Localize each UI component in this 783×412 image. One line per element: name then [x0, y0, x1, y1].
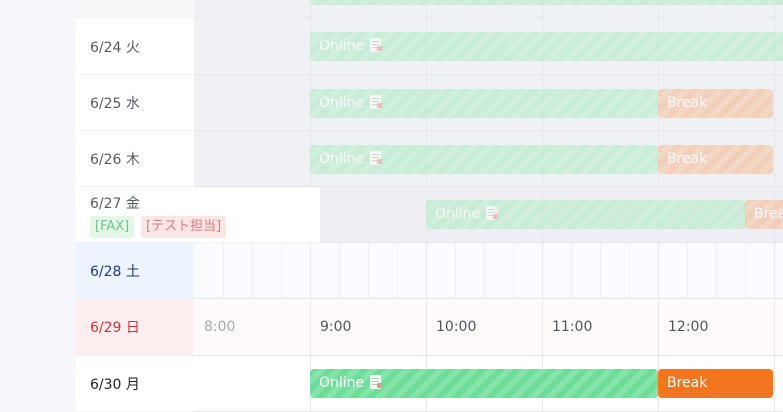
- test-owner-tag: [テスト担当]: [141, 216, 227, 238]
- row-timeline: 8:00 9:00 10:00 11:00 12:00: [194, 299, 783, 356]
- schedule-row: 6/27 金 [FAX] [テスト担当] Online Brea: [75, 187, 783, 243]
- bar-label: Break: [667, 95, 708, 111]
- row-date: 6/28 土: [90, 264, 140, 280]
- break-bar[interactable]: Break: [658, 89, 773, 118]
- break-bar[interactable]: Break: [658, 145, 773, 174]
- online-bar[interactable]: Online: [310, 89, 658, 118]
- row-timeline: Online Break: [194, 131, 783, 187]
- row-timeline: [194, 243, 783, 299]
- hour-label: 10:00: [436, 319, 477, 335]
- row-timeline: Online Break: [194, 356, 783, 412]
- date-cell: 6/26 木: [75, 131, 194, 187]
- row-date: 6/24 火: [90, 40, 140, 56]
- document-icon: [370, 38, 383, 52]
- row-timeline: Online: [194, 18, 783, 75]
- bar-label: Online: [435, 206, 481, 222]
- row-timeline: [194, 0, 783, 18]
- break-bar[interactable]: Break: [658, 369, 773, 398]
- schedule-row: 6/29 日 8:00 9:00 10:00 11:00 12:00: [75, 299, 783, 356]
- schedule-row: [75, 0, 783, 18]
- schedule-row: 6/30 月 Online Break: [75, 356, 783, 412]
- left-gutter: [0, 0, 75, 412]
- online-bar[interactable]: [310, 0, 783, 5]
- schedule-row: 6/28 土: [75, 243, 783, 299]
- row-date: 6/27 金: [90, 196, 140, 212]
- bar-label: Online: [319, 151, 365, 167]
- row-date: 6/25 水: [90, 96, 140, 112]
- online-bar[interactable]: Online: [426, 200, 746, 229]
- fax-tag: [FAX]: [90, 216, 135, 238]
- row-date: 6/26 木: [90, 152, 140, 168]
- bar-label: Online: [319, 38, 365, 54]
- document-icon: [370, 151, 383, 165]
- schedule-row: 6/26 木 Online Break: [75, 131, 783, 187]
- online-bar[interactable]: Online: [310, 369, 658, 398]
- date-cell: 6/27 金 [FAX] [テスト担当]: [75, 187, 320, 243]
- date-cell: [75, 0, 194, 18]
- row-timeline: Online Break: [194, 75, 783, 131]
- hour-label: 12:00: [668, 319, 709, 335]
- date-cell: 6/24 火: [75, 18, 194, 75]
- document-icon: [370, 95, 383, 109]
- schedule-timeline: 6/24 火 Online 6/25 水 Online Break 6/26 木: [0, 0, 783, 412]
- document-icon: [486, 206, 499, 220]
- hour-label: 9:00: [320, 319, 352, 335]
- online-bar[interactable]: Online: [310, 32, 783, 61]
- break-bar[interactable]: Brea: [745, 200, 783, 229]
- online-bar[interactable]: Online: [310, 145, 658, 174]
- document-icon: [370, 375, 383, 389]
- row-timeline: Online Brea: [320, 187, 783, 243]
- schedule-row: 6/24 火 Online: [75, 18, 783, 75]
- date-cell: 6/29 日: [75, 299, 194, 356]
- hour-label: 8:00: [204, 319, 236, 335]
- date-cell: 6/28 土: [75, 243, 194, 299]
- row-date: 6/29 日: [90, 320, 140, 336]
- schedule-row: 6/25 水 Online Break: [75, 75, 783, 131]
- bar-label: Break: [667, 375, 708, 391]
- bar-label: Online: [319, 95, 365, 111]
- bar-label: Online: [319, 375, 365, 391]
- bar-label: Break: [667, 151, 708, 167]
- hour-label: 11:00: [552, 319, 593, 335]
- row-date: 6/30 月: [90, 377, 140, 393]
- bar-label: Brea: [754, 206, 783, 222]
- date-cell: 6/25 水: [75, 75, 194, 131]
- timeline-grid: [194, 243, 783, 298]
- date-cell: 6/30 月: [75, 356, 194, 412]
